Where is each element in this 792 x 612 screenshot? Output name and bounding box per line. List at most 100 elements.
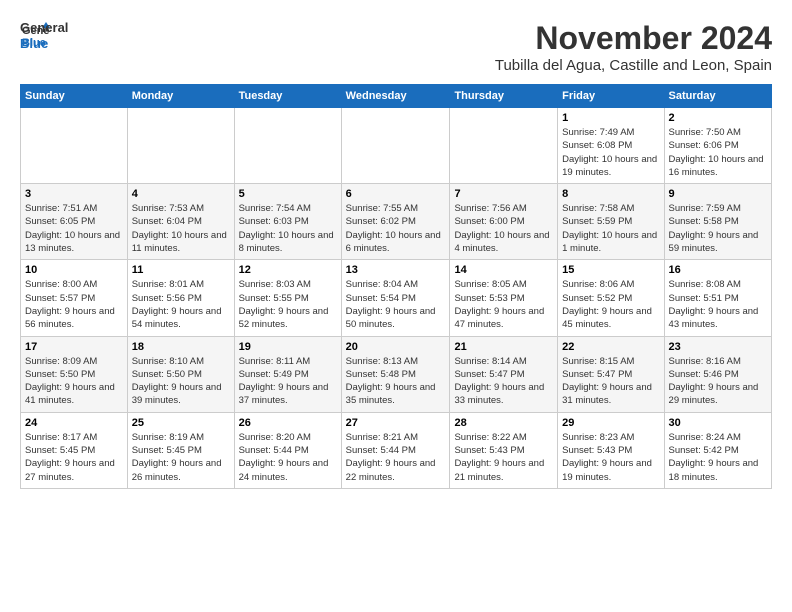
week-row-3: 10 Sunrise: 8:00 AM Sunset: 5:57 PM Dayli… [21,260,772,336]
day-info: Sunrise: 7:50 AM Sunset: 6:06 PM Dayligh… [669,126,767,179]
logo: General Blue General Blue General Blue [20,20,50,50]
day-cell: 1 Sunrise: 7:49 AM Sunset: 6:08 PM Daylig… [558,108,664,184]
day-number: 8 [562,188,659,200]
day-cell: 8 Sunrise: 7:58 AM Sunset: 5:59 PM Daylig… [558,184,664,260]
day-info: Sunrise: 8:14 AM Sunset: 5:47 PM Dayligh… [454,355,553,408]
day-number: 5 [239,188,337,200]
day-info: Sunrise: 8:21 AM Sunset: 5:44 PM Dayligh… [346,431,446,484]
day-number: 2 [669,112,767,124]
day-number: 20 [346,341,446,353]
day-cell: 19 Sunrise: 8:11 AM Sunset: 5:49 PM Dayli… [234,336,341,412]
day-number: 23 [669,341,767,353]
col-saturday: Saturday [664,85,771,108]
day-cell: 25 Sunrise: 8:19 AM Sunset: 5:45 PM Dayli… [127,412,234,488]
day-info: Sunrise: 8:23 AM Sunset: 5:43 PM Dayligh… [562,431,659,484]
week-row-4: 17 Sunrise: 8:09 AM Sunset: 5:50 PM Dayli… [21,336,772,412]
day-number: 30 [669,417,767,429]
day-info: Sunrise: 7:58 AM Sunset: 5:59 PM Dayligh… [562,202,659,255]
day-cell: 22 Sunrise: 8:15 AM Sunset: 5:47 PM Dayli… [558,336,664,412]
col-thursday: Thursday [450,85,558,108]
day-number: 17 [25,341,123,353]
day-number: 12 [239,264,337,276]
day-number: 10 [25,264,123,276]
day-cell: 2 Sunrise: 7:50 AM Sunset: 6:06 PM Daylig… [664,108,771,184]
day-cell: 14Sunrise: 8:05 AM Sunset: 5:53 PM Dayli… [450,260,558,336]
day-info: Sunrise: 8:03 AM Sunset: 5:55 PM Dayligh… [239,278,337,331]
day-info: Sunrise: 8:17 AM Sunset: 5:45 PM Dayligh… [25,431,123,484]
logo-general: General [20,20,68,35]
day-cell: 20Sunrise: 8:13 AM Sunset: 5:48 PM Dayli… [341,336,450,412]
day-number: 9 [669,188,767,200]
location-title: Tubilla del Agua, Castille and Leon, Spa… [495,57,772,74]
day-info: Sunrise: 8:22 AM Sunset: 5:43 PM Dayligh… [454,431,553,484]
week-row-5: 24 Sunrise: 8:17 AM Sunset: 5:45 PM Dayli… [21,412,772,488]
day-info: Sunrise: 7:55 AM Sunset: 6:02 PM Dayligh… [346,202,446,255]
day-info: Sunrise: 8:10 AM Sunset: 5:50 PM Dayligh… [132,355,230,408]
day-info: Sunrise: 7:53 AM Sunset: 6:04 PM Dayligh… [132,202,230,255]
header: General Blue General Blue General Blue N… [20,20,772,74]
day-info: Sunrise: 8:20 AM Sunset: 5:44 PM Dayligh… [239,431,337,484]
day-info: Sunrise: 7:54 AM Sunset: 6:03 PM Dayligh… [239,202,337,255]
title-section: November 2024 Tubilla del Agua, Castille… [495,20,772,74]
day-cell [341,108,450,184]
day-info: Sunrise: 8:05 AM Sunset: 5:53 PM Dayligh… [454,278,553,331]
day-cell: 13Sunrise: 8:04 AM Sunset: 5:54 PM Dayli… [341,260,450,336]
month-title: November 2024 [495,20,772,57]
day-cell: 5 Sunrise: 7:54 AM Sunset: 6:03 PM Daylig… [234,184,341,260]
day-number: 6 [346,188,446,200]
day-number: 25 [132,417,230,429]
day-number: 26 [239,417,337,429]
week-row-1: 1 Sunrise: 7:49 AM Sunset: 6:08 PM Daylig… [21,108,772,184]
day-cell: 7 Sunrise: 7:56 AM Sunset: 6:00 PM Daylig… [450,184,558,260]
day-number: 27 [346,417,446,429]
day-number: 21 [454,341,553,353]
day-number: 1 [562,112,659,124]
day-cell: 28Sunrise: 8:22 AM Sunset: 5:43 PM Dayli… [450,412,558,488]
day-cell: 29Sunrise: 8:23 AM Sunset: 5:43 PM Dayli… [558,412,664,488]
day-info: Sunrise: 8:15 AM Sunset: 5:47 PM Dayligh… [562,355,659,408]
day-cell [234,108,341,184]
calendar-table: Sunday Monday Tuesday Wednesday Thursday… [20,84,772,489]
day-info: Sunrise: 8:08 AM Sunset: 5:51 PM Dayligh… [669,278,767,331]
day-cell: 21 Sunrise: 8:14 AM Sunset: 5:47 PM Dayli… [450,336,558,412]
day-info: Sunrise: 8:06 AM Sunset: 5:52 PM Dayligh… [562,278,659,331]
day-number: 19 [239,341,337,353]
day-info: Sunrise: 8:11 AM Sunset: 5:49 PM Dayligh… [239,355,337,408]
day-number: 13 [346,264,446,276]
day-cell [127,108,234,184]
day-cell: 3 Sunrise: 7:51 AM Sunset: 6:05 PM Daylig… [21,184,128,260]
day-cell: 30Sunrise: 8:24 AM Sunset: 5:42 PM Dayli… [664,412,771,488]
day-number: 7 [454,188,553,200]
day-cell: 15 Sunrise: 8:06 AM Sunset: 5:52 PM Dayli… [558,260,664,336]
col-sunday: Sunday [21,85,128,108]
day-cell: 26 Sunrise: 8:20 AM Sunset: 5:44 PM Dayli… [234,412,341,488]
day-cell: 10 Sunrise: 8:00 AM Sunset: 5:57 PM Dayli… [21,260,128,336]
day-info: Sunrise: 7:56 AM Sunset: 6:00 PM Dayligh… [454,202,553,255]
day-cell: 27 Sunrise: 8:21 AM Sunset: 5:44 PM Dayli… [341,412,450,488]
col-tuesday: Tuesday [234,85,341,108]
day-info: Sunrise: 7:59 AM Sunset: 5:58 PM Dayligh… [669,202,767,255]
day-number: 24 [25,417,123,429]
day-info: Sunrise: 8:19 AM Sunset: 5:45 PM Dayligh… [132,431,230,484]
day-info: Sunrise: 8:09 AM Sunset: 5:50 PM Dayligh… [25,355,123,408]
day-cell: 23Sunrise: 8:16 AM Sunset: 5:46 PM Dayli… [664,336,771,412]
col-friday: Friday [558,85,664,108]
day-cell: 17 Sunrise: 8:09 AM Sunset: 5:50 PM Dayli… [21,336,128,412]
col-monday: Monday [127,85,234,108]
day-cell: 9 Sunrise: 7:59 AM Sunset: 5:58 PM Daylig… [664,184,771,260]
day-number: 15 [562,264,659,276]
day-number: 3 [25,188,123,200]
day-number: 11 [132,264,230,276]
day-cell: 4 Sunrise: 7:53 AM Sunset: 6:04 PM Daylig… [127,184,234,260]
day-info: Sunrise: 7:51 AM Sunset: 6:05 PM Dayligh… [25,202,123,255]
day-info: Sunrise: 7:49 AM Sunset: 6:08 PM Dayligh… [562,126,659,179]
header-row: Sunday Monday Tuesday Wednesday Thursday… [21,85,772,108]
day-cell: 12 Sunrise: 8:03 AM Sunset: 5:55 PM Dayli… [234,260,341,336]
day-cell [21,108,128,184]
day-info: Sunrise: 8:00 AM Sunset: 5:57 PM Dayligh… [25,278,123,331]
day-number: 22 [562,341,659,353]
day-cell: 11Sunrise: 8:01 AM Sunset: 5:56 PM Dayli… [127,260,234,336]
logo-blue: Blue [20,36,48,51]
day-cell [450,108,558,184]
day-number: 4 [132,188,230,200]
